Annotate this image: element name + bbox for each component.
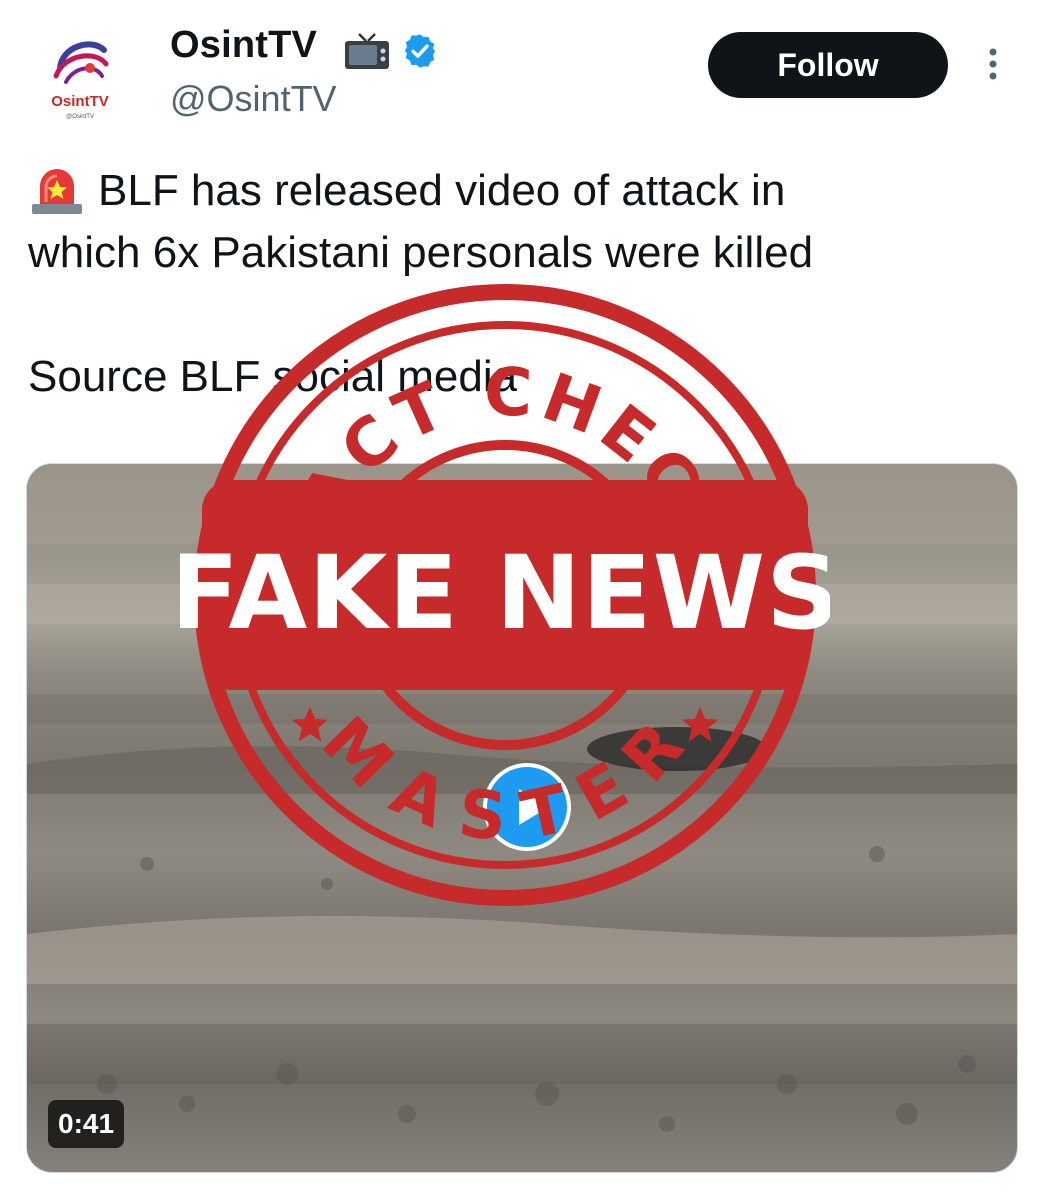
- play-button[interactable]: [483, 763, 571, 851]
- follow-button[interactable]: Follow: [708, 32, 948, 98]
- author-handle[interactable]: @OsintTV: [170, 78, 337, 120]
- tweet-line: which 6x Pakistani personals were killed: [28, 228, 814, 277]
- television-icon: [345, 33, 389, 69]
- tweet-spacer: [28, 284, 1018, 346]
- tweet-line: BLF has released video of attack in: [98, 166, 786, 215]
- tweet-line: Source BLF social media: [28, 352, 518, 401]
- display-name[interactable]: OsintTV: [170, 24, 317, 67]
- avatar[interactable]: OsintTV @OsintTV: [30, 28, 130, 128]
- logo-text: OsintTV: [51, 93, 109, 110]
- video-duration-badge: 0:41: [48, 1100, 125, 1148]
- osinttv-logo: OsintTV @OsintTV: [51, 41, 109, 120]
- verified-badge-icon: [404, 34, 436, 68]
- tweet-text: BLF has released video of attack in whic…: [28, 160, 1018, 408]
- logo-subtext: @OsintTV: [66, 114, 94, 120]
- more-vertical-icon[interactable]: [984, 44, 1002, 84]
